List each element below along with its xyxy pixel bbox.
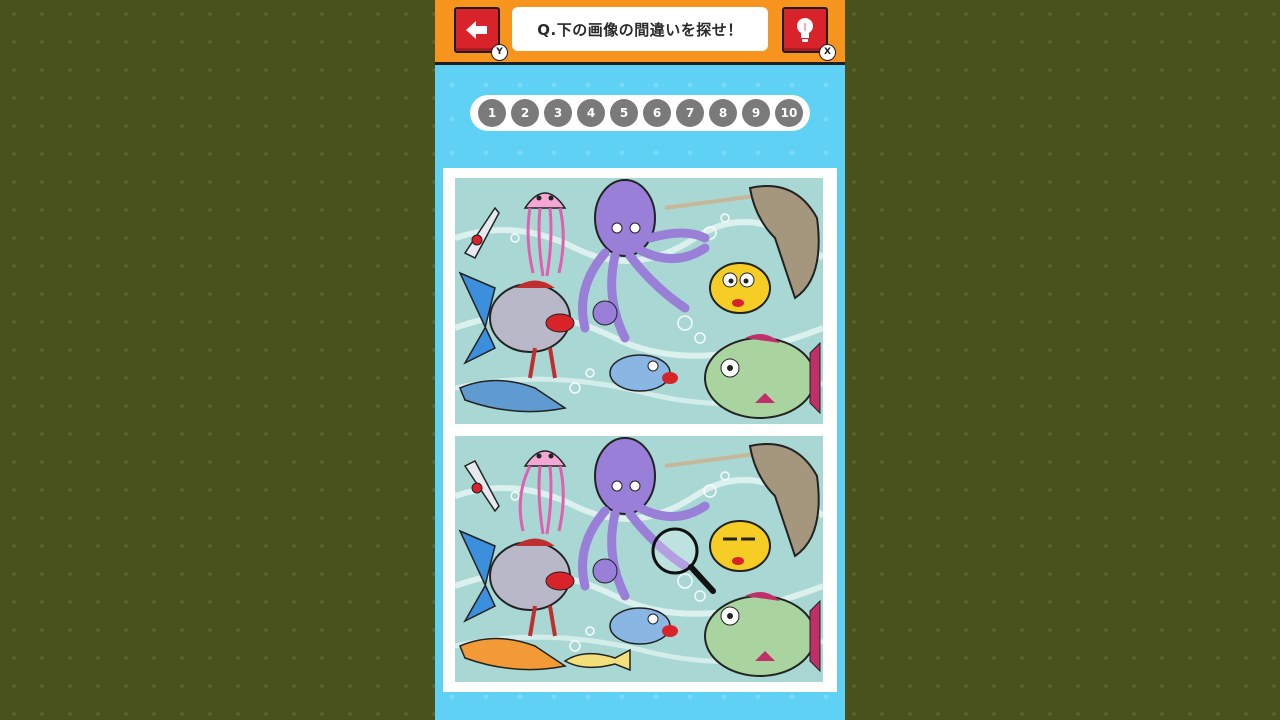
progress-dot: 2: [511, 99, 539, 127]
game-screen: Y Q.下の画像の間違いを探せ！ X 1 2 3 4 5 6 7 8 9 10: [435, 0, 845, 720]
yellow-fish-figure: [709, 520, 771, 572]
progress-dot: 7: [676, 99, 704, 127]
yellow-fish-figure: [709, 262, 771, 314]
back-key-badge: Y: [491, 44, 508, 61]
altered-image[interactable]: [455, 436, 823, 682]
header-bar: Y Q.下の画像の間違いを探せ！ X: [435, 0, 845, 65]
hint-button[interactable]: X: [782, 7, 836, 61]
question-label: Q.下の画像の間違いを探せ！: [512, 7, 768, 51]
back-button[interactable]: Y: [454, 7, 508, 61]
lightbulb-icon: [797, 18, 813, 42]
arrow-left-icon: [466, 21, 487, 39]
progress-dot: 1: [478, 99, 506, 127]
progress-dot: 5: [610, 99, 638, 127]
progress-dot: 3: [544, 99, 572, 127]
puzzle-frame: [443, 168, 837, 692]
difference-progress: 1 2 3 4 5 6 7 8 9 10: [470, 95, 810, 131]
progress-dot: 8: [709, 99, 737, 127]
progress-dot: 4: [577, 99, 605, 127]
original-image: [455, 178, 823, 424]
hint-key-badge: X: [819, 44, 836, 61]
progress-dot: 6: [643, 99, 671, 127]
progress-dot: 10: [775, 99, 803, 127]
progress-dot: 9: [742, 99, 770, 127]
